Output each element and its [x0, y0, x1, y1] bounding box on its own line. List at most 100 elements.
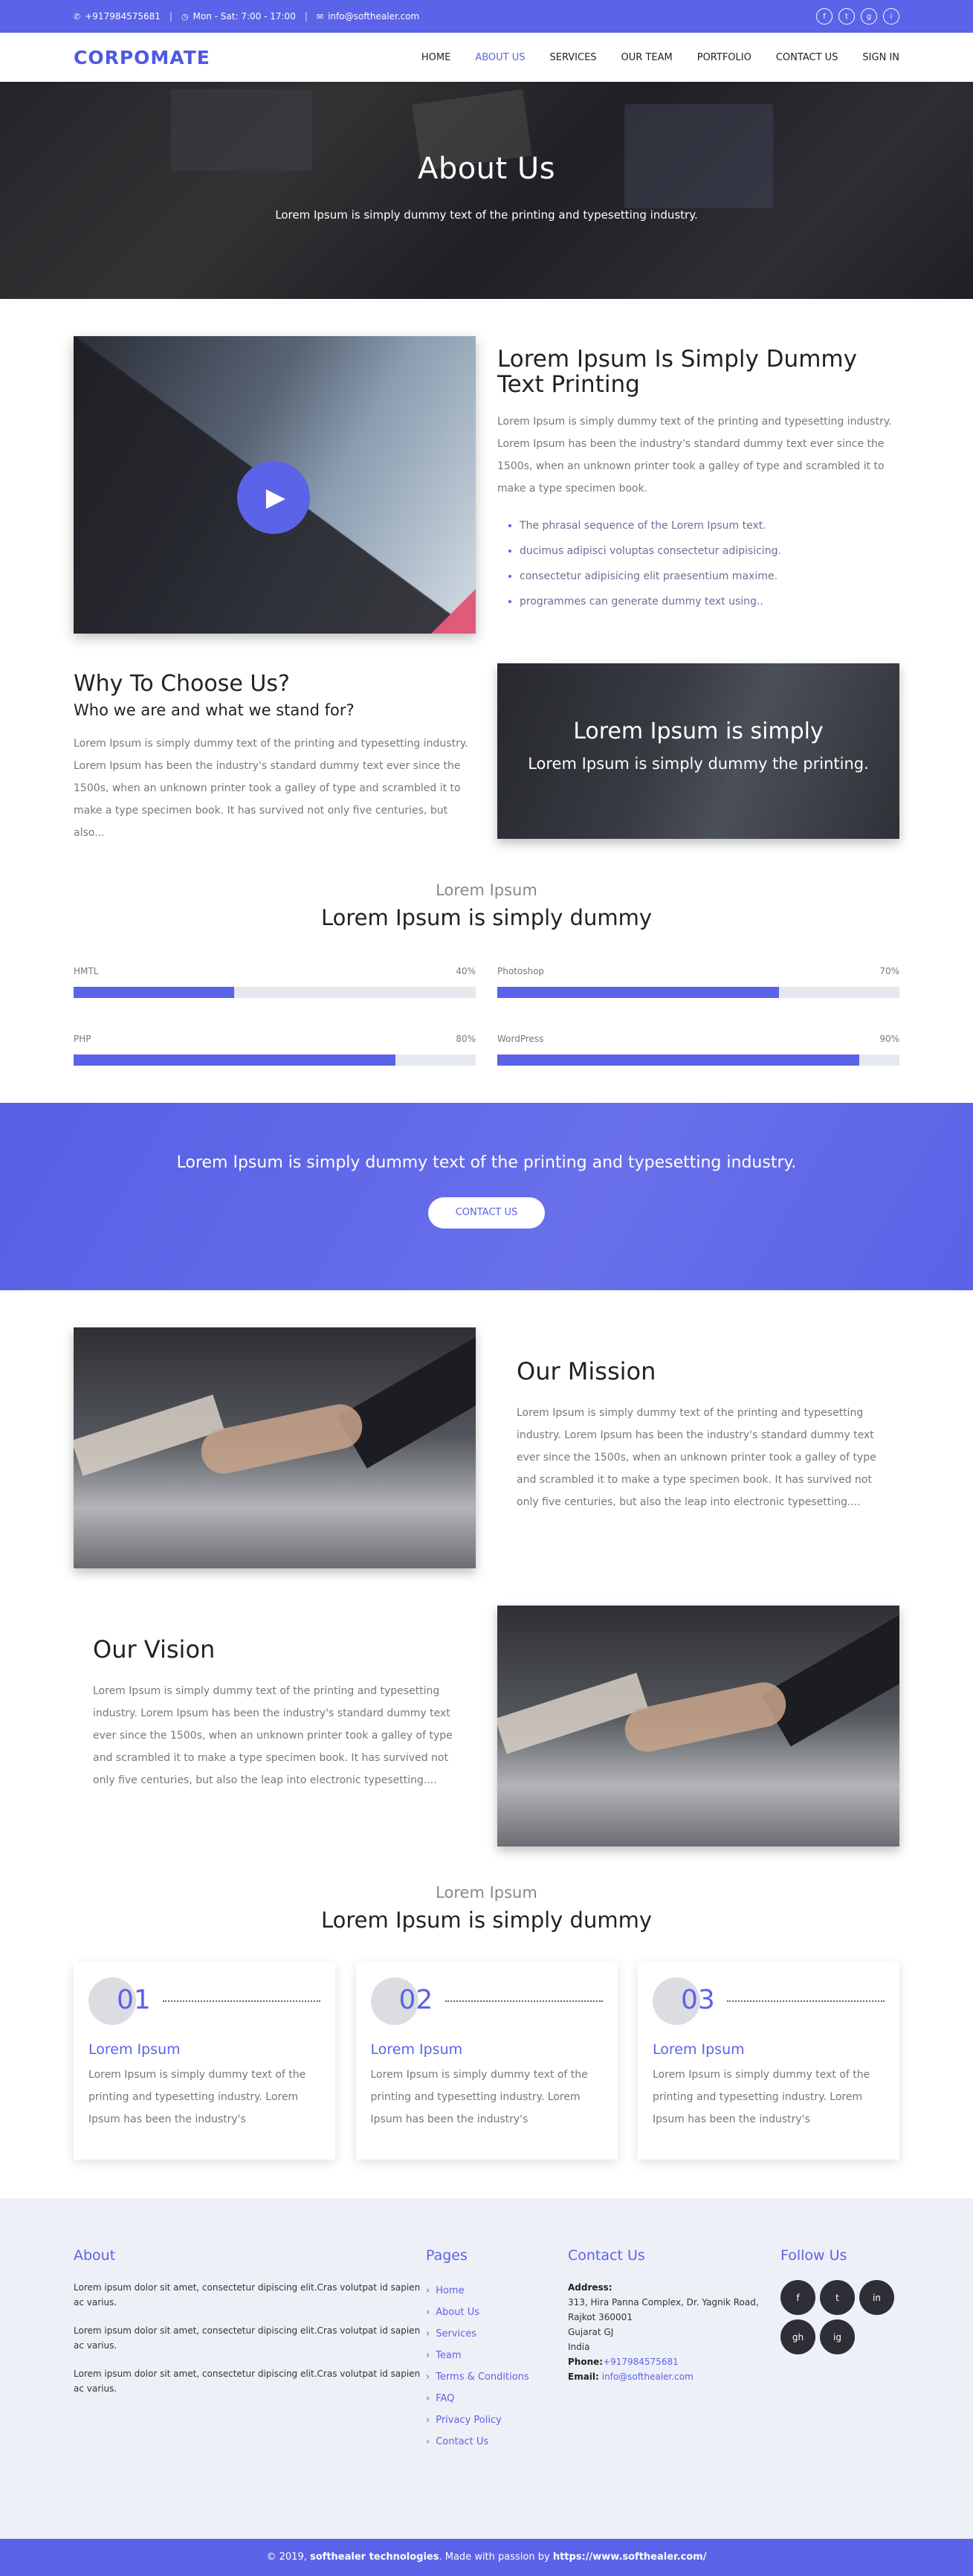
progress-bar: [497, 987, 899, 998]
nav-contact-us[interactable]: CONTACT US: [776, 52, 838, 63]
chevron-right-icon: ›: [426, 2415, 430, 2426]
footer-link-terms[interactable]: › Terms & Conditions: [426, 2366, 568, 2388]
email-label: Email:: [568, 2371, 599, 2382]
step-card: 01 Lorem Ipsum Lorem Ipsum is simply dum…: [74, 1962, 335, 2160]
progress-bar: [74, 987, 476, 998]
footer-link-home[interactable]: › Home: [426, 2280, 568, 2302]
phone-label: Phone:: [568, 2357, 604, 2367]
mission-section: Our Mission Lorem Ipsum is simply dummy …: [74, 1327, 899, 1568]
list-item: The phrasal sequence of the Lorem Ipsum …: [520, 513, 899, 538]
image-shape: [760, 1613, 899, 1747]
footer-link-label: About Us: [436, 2307, 480, 2318]
email-info[interactable]: ✉ info@softhealer.com: [317, 11, 419, 22]
mission-image: [74, 1327, 476, 1568]
intro-title: Lorem Ipsum Is Simply Dummy Text Printin…: [497, 346, 857, 399]
why-image-title: Lorem Ipsum is simply: [573, 718, 824, 744]
logo[interactable]: CORPOMATE: [74, 47, 210, 68]
step-number: 03: [681, 1985, 715, 2015]
nav-about-us[interactable]: ABOUT US: [475, 52, 525, 63]
contact-us-button[interactable]: CONTACT US: [428, 1197, 545, 1229]
section-subtitle: Lorem Ipsum: [436, 1884, 537, 1902]
hero-subtitle: Lorem Ipsum is simply dummy text of the …: [275, 208, 698, 222]
dotted-line: [163, 2000, 320, 2002]
progress-fill: [497, 987, 779, 998]
footer-link-label: Contact Us: [436, 2436, 489, 2447]
steps-section: Lorem Ipsum Lorem Ipsum is simply dummy …: [74, 1884, 899, 2160]
nav-portfolio[interactable]: PORTFOLIO: [697, 52, 751, 63]
footer-link-about-us[interactable]: › About Us: [426, 2302, 568, 2323]
divider: |: [304, 11, 308, 22]
cta-banner: Lorem Ipsum is simply dummy text of the …: [0, 1103, 973, 1290]
footer-link-services[interactable]: › Services: [426, 2323, 568, 2345]
step-card: 03 Lorem Ipsum Lorem Ipsum is simply dum…: [638, 1962, 899, 2160]
mail-icon: ✉: [316, 11, 324, 22]
nav-services[interactable]: SERVICES: [549, 52, 596, 63]
list-item: programmes can generate dummy text using…: [520, 589, 899, 614]
image-shape: [621, 1678, 790, 1756]
address-line: 313, Hira Panna Complex, Dr. Yagnik Road…: [568, 2297, 759, 2308]
skill-item-photoshop: Photoshop 70%: [497, 966, 899, 998]
step-body: Lorem Ipsum is simply dummy text of the …: [370, 2069, 588, 2125]
play-button[interactable]: ▶: [237, 461, 310, 534]
top-bar: ✆ +917984575681 | ◷ Mon - Sat: 7:00 - 17…: [0, 0, 973, 33]
facebook-icon[interactable]: f: [780, 2280, 815, 2315]
footer-link-label: Privacy Policy: [436, 2415, 502, 2426]
phone-icon: ✆: [74, 11, 81, 22]
section-title: Lorem Ipsum is simply dummy: [321, 1907, 652, 1933]
why-body: Lorem Ipsum is simply dummy text of the …: [74, 738, 468, 839]
chevron-right-icon: ›: [426, 2285, 430, 2296]
facebook-icon[interactable]: f: [816, 8, 833, 25]
step-card: 02 Lorem Ipsum Lorem Ipsum is simply dum…: [355, 1962, 618, 2160]
footer-about-text: Lorem ipsum dolor sit amet, consectetur …: [74, 2282, 421, 2308]
nav-our-team[interactable]: OUR TEAM: [621, 52, 673, 63]
address-line: Rajkot 360001: [568, 2312, 633, 2322]
nav-home[interactable]: HOME: [421, 52, 450, 63]
footer-link-label: FAQ: [436, 2393, 455, 2404]
mission-body: Lorem Ipsum is simply dummy text of the …: [517, 1407, 876, 1508]
step-title: Lorem Ipsum: [653, 2041, 745, 2058]
nav-sign-in[interactable]: SIGN IN: [862, 52, 899, 63]
footer-link-label: Services: [436, 2328, 477, 2340]
progress-fill: [497, 1054, 859, 1066]
github-icon[interactable]: gh: [780, 2319, 815, 2354]
footer-link-label: Team: [436, 2350, 462, 2361]
footer-link-privacy[interactable]: › Privacy Policy: [426, 2409, 568, 2431]
instagram-icon[interactable]: ig: [820, 2319, 855, 2354]
mission-title: Our Mission: [517, 1357, 656, 1385]
list-item: ducimus adipisci voluptas consectetur ad…: [520, 538, 899, 564]
section-title: Lorem Ipsum is simply dummy: [321, 905, 652, 930]
skill-percent: 40%: [456, 966, 476, 976]
cta-text: Lorem Ipsum is simply dummy text of the …: [176, 1153, 797, 1172]
video-thumbnail: ▶: [74, 336, 476, 634]
why-section: Why To Choose Us? Who we are and what we…: [74, 663, 899, 844]
twitter-icon[interactable]: t: [820, 2280, 855, 2315]
chevron-right-icon: ›: [426, 2328, 430, 2340]
instagram-icon[interactable]: i: [883, 8, 899, 25]
footer-link-team[interactable]: › Team: [426, 2345, 568, 2366]
image-shape: [497, 1672, 648, 1754]
skill-percent: 90%: [879, 1034, 899, 1044]
divider: |: [169, 11, 172, 22]
footer-email-link[interactable]: info@softhealer.com: [602, 2371, 694, 2382]
footer-about-text: Lorem ipsum dolor sit amet, consectetur …: [74, 2369, 421, 2394]
page-title: About Us: [417, 152, 556, 186]
company-link[interactable]: softhealer technologies: [310, 2551, 439, 2563]
linkedin-icon[interactable]: in: [859, 2280, 894, 2315]
footer-heading: Pages: [426, 2247, 468, 2264]
image-shape: [197, 1400, 366, 1478]
footer-link-faq[interactable]: › FAQ: [426, 2388, 568, 2409]
dotted-line: [727, 2000, 885, 2002]
copyright-middle: . Made with passion by: [439, 2551, 550, 2563]
footer-contact: Contact Us Address: 313, Hira Panna Comp…: [568, 2247, 780, 2453]
phone-info[interactable]: ✆ +917984575681: [74, 11, 161, 22]
website-link[interactable]: https://www.softhealer.com/: [553, 2551, 707, 2563]
progress-bar: [74, 1054, 476, 1066]
twitter-icon[interactable]: t: [838, 8, 855, 25]
chevron-right-icon: ›: [426, 2371, 430, 2383]
footer-link-contact[interactable]: › Contact Us: [426, 2431, 568, 2453]
skill-name: WordPress: [497, 1034, 544, 1044]
skills-section: Lorem Ipsum Lorem Ipsum is simply dummy …: [74, 881, 899, 1066]
github-icon[interactable]: g: [861, 8, 877, 25]
footer-phone-link[interactable]: +917984575681: [603, 2357, 679, 2367]
address-line: India: [568, 2342, 590, 2352]
